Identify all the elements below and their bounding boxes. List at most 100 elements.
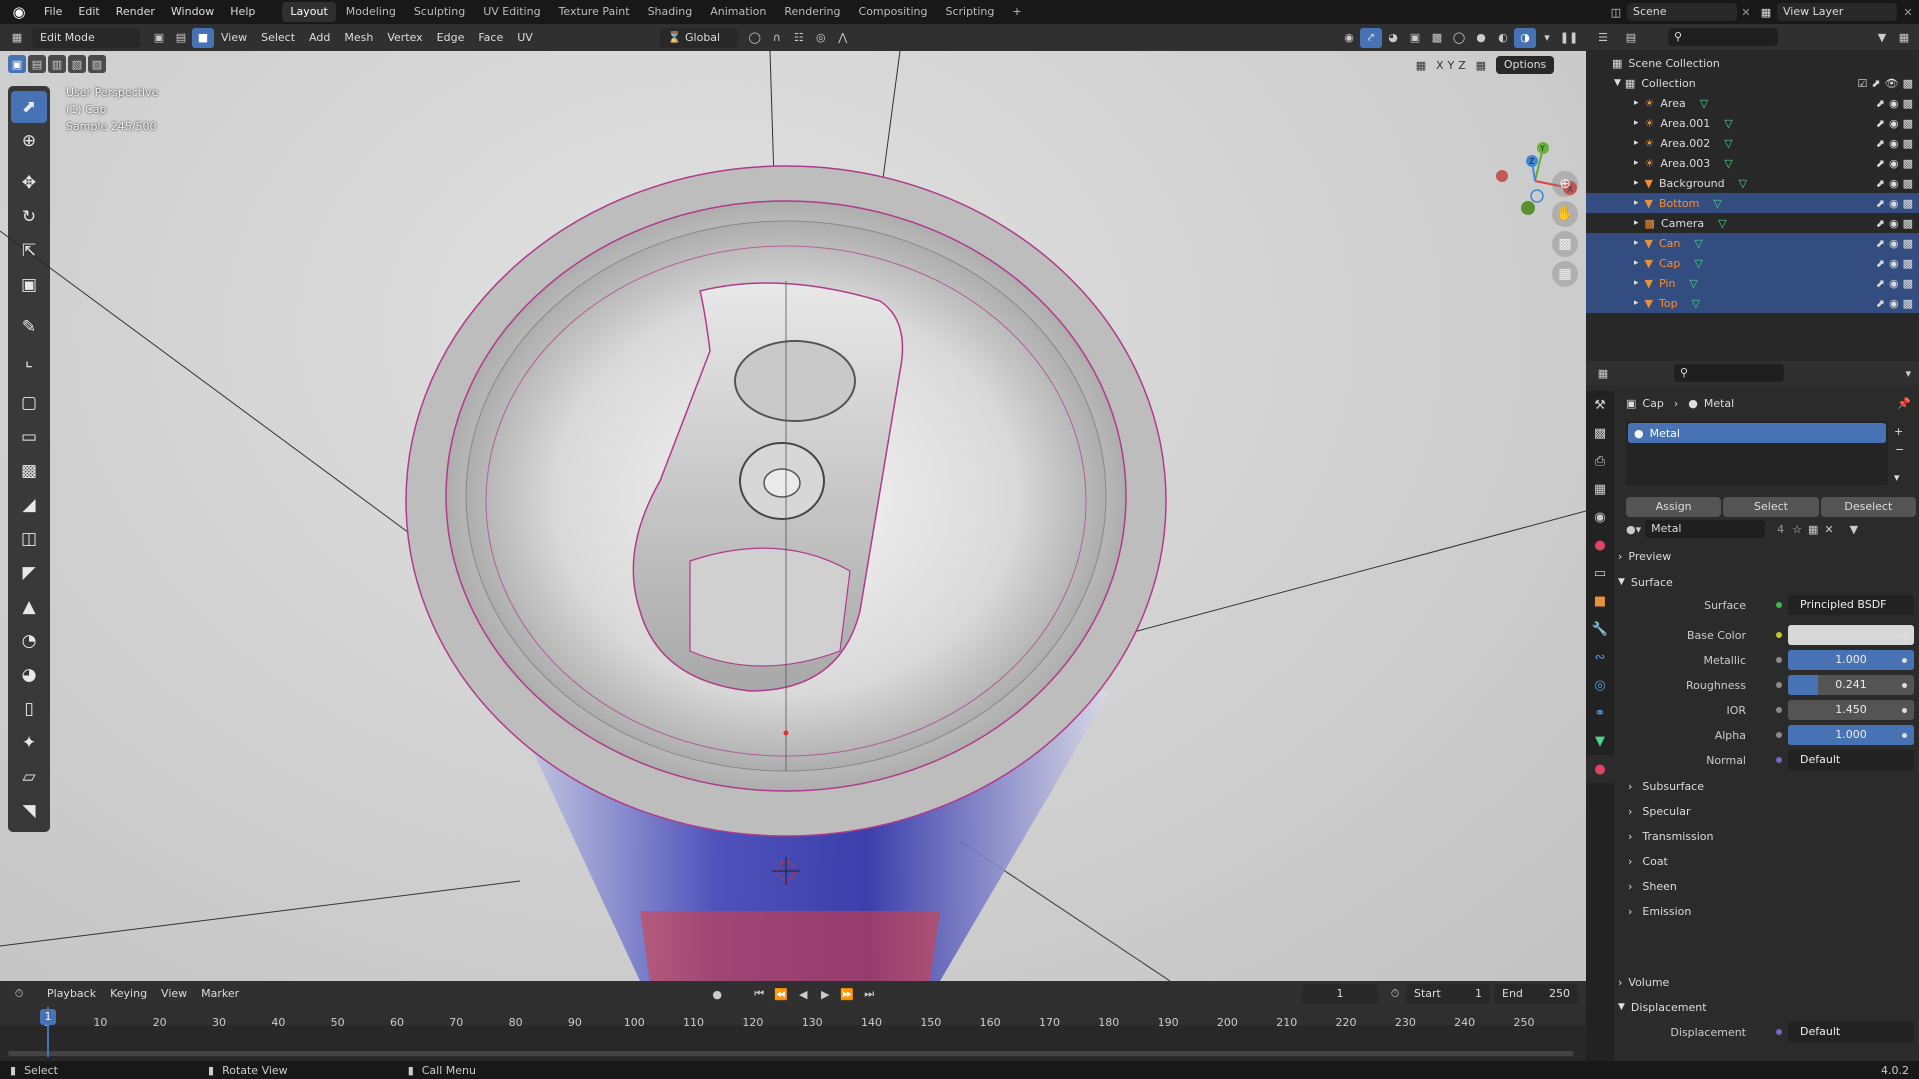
surface-panel-header[interactable]: ▼ Surface [1618,570,1911,594]
outliner-item[interactable]: ▸ ☀ Area.003 ▽ ⬈ ◉ ▩ [1586,153,1919,173]
mirror-x[interactable]: X [1436,59,1444,72]
select-arrow-icon[interactable]: ⬈ [1876,217,1885,230]
duplicate-material-icon[interactable]: ▦ [1808,523,1818,536]
camera-render-icon[interactable]: ▩ [1903,117,1913,130]
outliner-item[interactable]: ▸ ☀ Area.002 ▽ ⬈ ◉ ▩ [1586,133,1919,153]
expand-arrow-icon[interactable]: ▸ [1634,258,1639,268]
scene-tab-icon[interactable]: ◉ [1586,503,1614,531]
camera-render-icon[interactable]: ▩ [1903,277,1913,290]
expand-arrow-icon[interactable]: ▸ [1634,298,1639,308]
display-mode-icon[interactable]: ▤ [1620,27,1642,47]
tab-sculpting[interactable]: Sculpting [406,2,473,22]
edge-select-icon[interactable]: ▤ [170,28,192,48]
view-layer-icon[interactable]: ▦ [1755,6,1777,19]
timeline-scrollbar[interactable] [8,1051,1574,1056]
eye-icon[interactable]: ◉ [1889,197,1899,210]
material-name-field[interactable]: Metal [1645,520,1766,538]
menu-view[interactable]: View [214,28,254,48]
data-link-icon[interactable]: ▽ [1700,97,1708,110]
snap-icon[interactable]: ∩ [766,28,788,48]
scene-selector-icon[interactable]: ◫ [1605,6,1627,19]
scene-field[interactable]: Scene [1627,3,1737,21]
subpanel-header[interactable]: › Coat [1618,849,1911,873]
mirror-y[interactable]: Y [1448,59,1455,72]
3d-viewport[interactable]: User Perspective (1) Cap Sample 245/500 … [0,51,1586,981]
tab-uv-editing[interactable]: UV Editing [475,2,548,22]
pause-render-icon[interactable]: ❚❚ [1558,28,1580,48]
measure-tool-icon[interactable]: ⌞ [11,345,47,377]
pivot-point-icon[interactable]: ◯ [744,28,766,48]
outliner-item[interactable]: ▸ ▼ Can ▽ ⬈ ◉ ▩ [1586,233,1919,253]
camera-render-icon[interactable]: ▩ [1903,77,1913,90]
shading-options-icon[interactable]: ▾ [1536,28,1558,48]
select-arrow-icon[interactable]: ⬈ [1876,177,1885,190]
menu-add[interactable]: Add [302,28,337,48]
slot-specials-icon[interactable]: ▾ [1894,471,1900,484]
outliner-search-input[interactable]: ⚲ [1668,28,1778,46]
outliner-scene-collection[interactable]: ▦ Scene Collection [1586,53,1919,73]
outliner-item[interactable]: ▸ ☀ Area.001 ▽ ⬈ ◉ ▩ [1586,113,1919,133]
select-box-tool-icon[interactable]: ⬈ [11,91,47,123]
data-link-icon[interactable]: ▽ [1689,277,1697,290]
eye-icon[interactable]: ◉ [1889,257,1899,270]
ortho-grid-icon[interactable]: ▦ [1552,261,1578,287]
edge-slide-tool-icon[interactable]: ▯ [11,693,47,725]
new-collection-icon[interactable]: ▦ [1893,27,1915,47]
menu-select[interactable]: Select [254,28,302,48]
subpanel-header[interactable]: › Subsurface [1618,774,1911,798]
filter-icon[interactable]: ▼ [1871,27,1893,47]
subpanel-header[interactable]: › Sheen [1618,874,1911,898]
smooth-tool-icon[interactable]: ◕ [11,659,47,691]
outliner-item[interactable]: ▸ ▼ Background ▽ ⬈ ◉ ▩ [1586,173,1919,193]
fake-user-icon[interactable]: ☆ [1792,523,1802,536]
bevel-tool-icon[interactable]: ◢ [11,489,47,521]
vertex-select-icon[interactable]: ▣ [148,28,170,48]
tab-shading[interactable]: Shading [640,2,701,22]
extrude-tool-icon[interactable]: ▭ [11,421,47,453]
expand-arrow-icon[interactable]: ▸ [1634,238,1639,248]
tab-animation[interactable]: Animation [702,2,774,22]
rendered-shading-icon[interactable]: ◑ [1514,27,1536,48]
select-button[interactable]: Select [1723,497,1819,517]
play-icon[interactable]: ▶ [814,984,836,1004]
select-arrow-icon[interactable]: ⬈ [1871,77,1880,90]
camera-render-icon[interactable]: ▩ [1903,197,1913,210]
roughness-slider[interactable]: 0.241 [1788,675,1914,695]
menu-uv[interactable]: UV [510,28,540,48]
transform-orientation-dropdown[interactable]: ⌛ Global [659,27,738,48]
loop-cut-tool-icon[interactable]: ◫ [11,523,47,555]
menu-file[interactable]: File [36,0,70,24]
select-intersect-icon[interactable]: ▨ [88,55,106,73]
outliner-item[interactable]: ▸ ▩ Camera ▽ ⬈ ◉ ▩ [1586,213,1919,233]
playhead-frame-badge[interactable]: 1 [40,1009,56,1025]
expand-arrow-icon[interactable]: ▸ [1634,118,1639,128]
collection-tab-icon[interactable]: ▭ [1586,559,1614,587]
select-arrow-icon[interactable]: ⬈ [1876,157,1885,170]
output-tab-icon[interactable]: ⎙ [1586,447,1614,475]
subpanel-header[interactable]: › Specular [1618,799,1911,823]
menu-playback[interactable]: Playback [40,984,103,1004]
spin-tool-icon[interactable]: ◔ [11,625,47,657]
expand-arrow-icon[interactable]: ▸ [1634,98,1639,108]
eye-icon[interactable]: ◉ [1889,177,1899,190]
mode-dropdown[interactable]: Edit Mode [32,27,140,48]
keyframe-icon[interactable] [1902,657,1907,663]
expand-arrow-icon[interactable]: ▸ [1634,218,1639,228]
material-slot-item[interactable]: ● Metal [1628,423,1886,443]
eye-icon[interactable]: ◉ [1889,237,1899,250]
camera-render-icon[interactable]: ▩ [1903,137,1913,150]
base-color-swatch[interactable] [1788,625,1914,645]
tab-modeling[interactable]: Modeling [338,2,404,22]
jump-end-icon[interactable]: ⏭ [858,984,880,1004]
select-arrow-icon[interactable]: ⬈ [1876,297,1885,310]
blender-logo-icon[interactable]: ◉ [8,1,30,23]
solid-shading-icon[interactable]: ● [1470,28,1492,48]
timeline-editor-type-icon[interactable]: ⏱ [8,984,30,1004]
alpha-slider[interactable]: 1.000 [1788,725,1914,745]
constraints-tab-icon[interactable]: ⚭ [1586,699,1614,727]
falloff-icon[interactable]: ⋀ [832,28,854,48]
tab-texture-paint[interactable]: Texture Paint [551,2,638,22]
remove-slot-icon[interactable]: − [1895,443,1904,456]
view-layer-close-icon[interactable]: ✕ [1897,6,1919,19]
menu-mesh[interactable]: Mesh [337,28,380,48]
